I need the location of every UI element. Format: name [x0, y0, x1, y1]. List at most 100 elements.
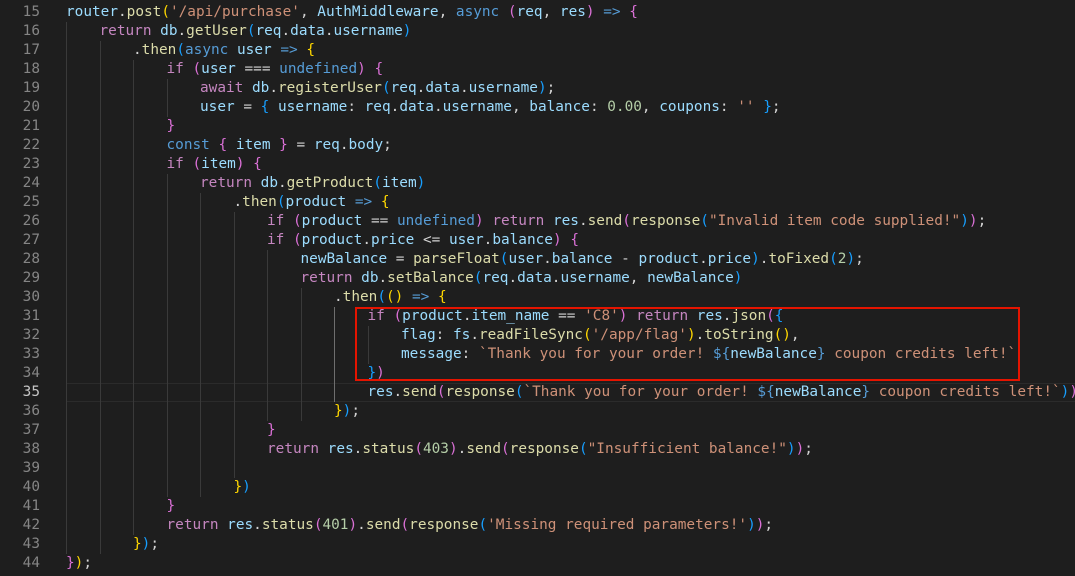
- indent-guide: [300, 364, 302, 383]
- code-line[interactable]: 22 const { item } = req.body;: [0, 136, 1075, 155]
- code-line[interactable]: 43});: [0, 535, 1075, 554]
- indent-guide: [133, 231, 134, 250]
- code-line[interactable]: 28 newBalance = parseFloat(user.balance -…: [0, 250, 1075, 269]
- code-token: ): [402, 23, 412, 39]
- indent-guide: [133, 383, 134, 402]
- code-token: async: [185, 42, 229, 58]
- indent-guide: [200, 459, 201, 478]
- code-token: ;: [546, 80, 556, 96]
- code-line[interactable]: 24 return db.getProduct(item): [0, 174, 1075, 193]
- line-number: 28: [22, 251, 40, 267]
- code-token: then: [242, 194, 277, 210]
- code-token: }: [279, 137, 288, 153]
- code-line[interactable]: 20 user = { username: req.data.username, …: [0, 98, 1075, 117]
- code-line[interactable]: 25 .then(product => {: [0, 193, 1075, 212]
- code-token: ): [235, 156, 245, 172]
- code-token: response: [445, 384, 515, 400]
- code-token: (: [436, 384, 446, 400]
- code-line[interactable]: 23 if (item) {: [0, 155, 1075, 174]
- code-token: response: [509, 441, 579, 457]
- indent-guide: [166, 250, 168, 269]
- code-line[interactable]: 21}: [0, 117, 1075, 136]
- indent-guide: [133, 345, 134, 364]
- indent-guide: [66, 307, 67, 326]
- code-line[interactable]: 42 return res.status(401).send(response('…: [0, 516, 1075, 535]
- code-line[interactable]: 38 return res.status(403).send(response("…: [0, 440, 1075, 459]
- code-token: .: [117, 4, 127, 20]
- code-token: req: [390, 80, 417, 96]
- code-line[interactable]: 36});: [0, 402, 1075, 421]
- code-line[interactable]: 37}: [0, 421, 1075, 440]
- code-line[interactable]: 18 if (user === undefined) {: [0, 60, 1075, 79]
- code-token: res: [327, 441, 354, 457]
- code-token: balance: [551, 251, 613, 267]
- line-number: 25: [22, 194, 40, 210]
- code-token: newBalance: [647, 270, 734, 286]
- code-token: registerUser: [278, 80, 382, 96]
- code-editor[interactable]: 15 router.post('/api/purchase', AuthMiddl…: [0, 0, 1075, 576]
- code-line[interactable]: 27 if (product.price <= user.balance) {: [0, 231, 1075, 250]
- indent-guide: [99, 421, 101, 440]
- code-token: res: [559, 4, 586, 20]
- code-text: return db.getProduct(item): [200, 174, 425, 193]
- code-token: .: [281, 23, 291, 39]
- code-token: (: [381, 80, 391, 96]
- indent-guide: [267, 345, 268, 364]
- line-number: 34: [22, 365, 40, 381]
- indent-guide: [99, 516, 101, 535]
- indent-guide: [66, 288, 67, 307]
- code-token: ): [474, 213, 484, 229]
- line-number: 41: [22, 498, 40, 514]
- code-token: ): [1069, 384, 1075, 400]
- code-text: .then(product => {: [234, 193, 390, 212]
- code-line[interactable]: 17 .then(async user => {: [0, 41, 1075, 60]
- indent-guide: [200, 364, 201, 383]
- line-number: 27: [22, 232, 40, 248]
- code-token: }: [233, 479, 243, 495]
- code-token: .: [357, 517, 366, 533]
- indent-guide: [133, 478, 134, 497]
- indent-guide: [200, 383, 201, 402]
- indent-guide: [66, 193, 67, 212]
- code-line[interactable]: 19 await db.registerUser(req.data.usernam…: [0, 79, 1075, 98]
- code-text: user = { username: req.data.username, ba…: [200, 98, 781, 117]
- code-token: ==: [362, 213, 397, 229]
- code-token: .: [416, 80, 426, 96]
- code-text: res.send(response(`Thank you for your or…: [368, 383, 1075, 402]
- code-line[interactable]: 35 res.send(response(`Thank you for your …: [0, 383, 1075, 402]
- indent-guide: [133, 421, 134, 440]
- code-line[interactable]: 30 .then(() => {: [0, 288, 1075, 307]
- code-text: return res.status(401).send(response('Mi…: [167, 516, 774, 535]
- code-token: ,: [511, 99, 530, 115]
- indent-guide: [133, 402, 134, 421]
- code-token: user: [201, 61, 236, 77]
- code-line[interactable]: 15 router.post('/api/purchase', AuthMiddl…: [0, 3, 1075, 22]
- code-line[interactable]: 41}: [0, 497, 1075, 516]
- code-token: ;: [855, 251, 864, 267]
- code-token: data: [290, 23, 325, 39]
- line-number: 37: [22, 422, 40, 438]
- indent-guide: [300, 383, 302, 402]
- code-token: .: [177, 23, 187, 39]
- code-token: if: [267, 213, 285, 229]
- code-line[interactable]: 26 if (product == undefined) return res.s…: [0, 212, 1075, 231]
- line-number: 23: [22, 156, 40, 172]
- indent-guide: [66, 421, 67, 440]
- code-token: db: [361, 270, 379, 286]
- code-token: response: [409, 517, 479, 533]
- code-text: .then(() => {: [334, 288, 447, 307]
- code-line[interactable]: 29 return db.setBalance(req.data.username…: [0, 269, 1075, 288]
- code-line[interactable]: 16 return db.getUser(req.data.username): [0, 22, 1075, 41]
- indent-guide: [66, 383, 67, 402]
- indent-guide: [133, 212, 134, 231]
- code-line[interactable]: 44});: [0, 554, 1075, 573]
- code-token: send: [587, 213, 623, 229]
- code-token: }: [133, 536, 142, 552]
- code-text: return db.setBalance(req.data.username, …: [301, 269, 743, 288]
- code-line[interactable]: 40}): [0, 478, 1075, 497]
- indent-guide: [233, 402, 235, 421]
- code-token: {: [629, 4, 638, 20]
- code-token: (: [622, 213, 631, 229]
- code-token: send: [402, 384, 437, 400]
- code-line[interactable]: 39: [0, 459, 1075, 478]
